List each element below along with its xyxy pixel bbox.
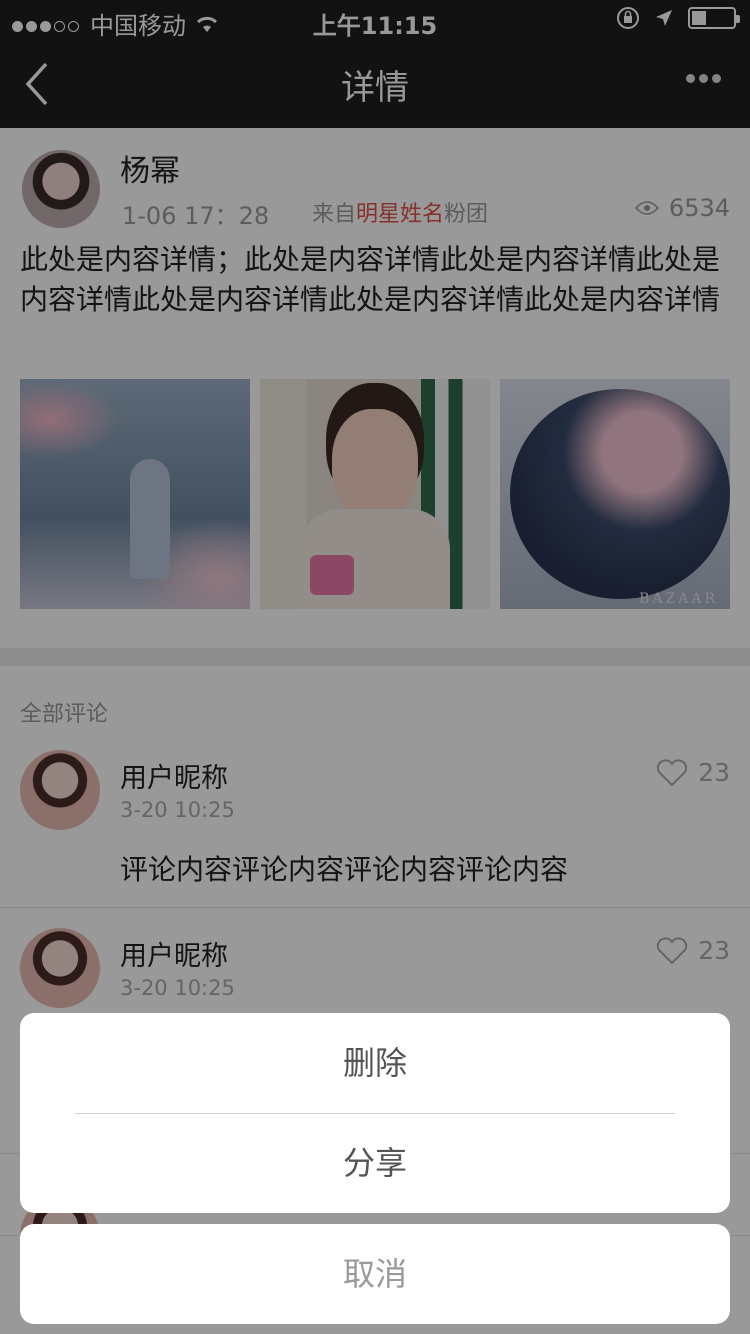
cancel-button[interactable]: 取消 xyxy=(20,1224,730,1324)
action-sheet: 删除 分享 xyxy=(20,1013,730,1213)
share-button[interactable]: 分享 xyxy=(20,1113,730,1213)
delete-button[interactable]: 删除 xyxy=(20,1013,730,1113)
